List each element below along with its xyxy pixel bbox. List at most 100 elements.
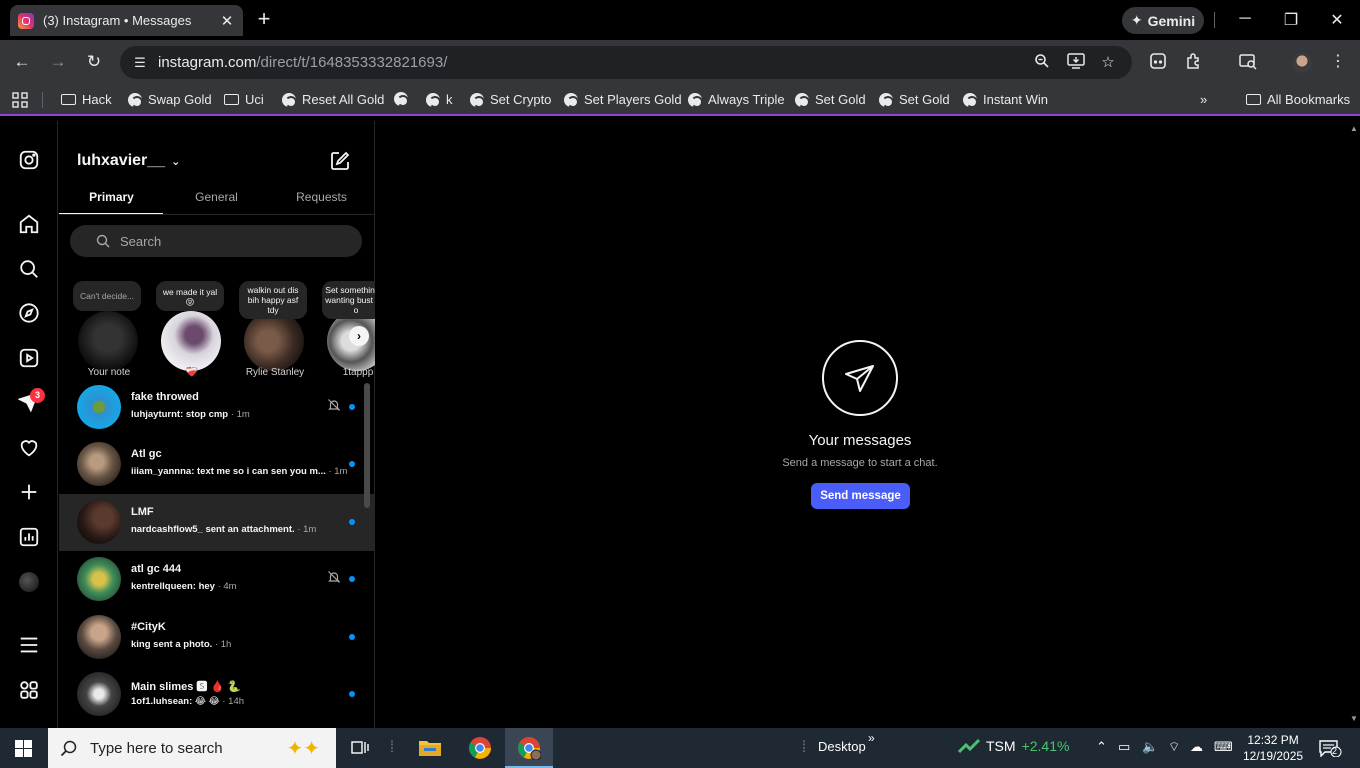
bookmark-label: Instant Win bbox=[983, 92, 1049, 107]
taskbar-search-input[interactable]: Type here to search ✦✦ bbox=[48, 728, 336, 768]
search-input[interactable]: Search bbox=[70, 225, 362, 257]
stock-widget[interactable]: TSM +2.41% bbox=[958, 738, 1069, 754]
bookmarks-overflow-button[interactable]: » bbox=[1200, 92, 1207, 107]
inbox-scrollbar[interactable] bbox=[364, 383, 370, 508]
home-icon[interactable] bbox=[17, 212, 41, 236]
close-tab-icon[interactable]: ✕ bbox=[219, 12, 235, 30]
profile-avatar[interactable] bbox=[1292, 53, 1312, 73]
back-button[interactable]: ← bbox=[12, 52, 32, 72]
send-message-button[interactable]: Send message bbox=[811, 483, 910, 509]
thread-row[interactable]: atl gc 444 kentrellqueen: hey · 4m bbox=[59, 551, 375, 608]
network-icon[interactable]: ⌔ bbox=[1168, 739, 1180, 755]
scroll-up-arrow-icon[interactable]: ▲ bbox=[1350, 124, 1358, 133]
bookmark-unnamed[interactable] bbox=[394, 92, 414, 107]
explore-icon[interactable] bbox=[17, 301, 41, 325]
preview-text: kentrellqueen: hey bbox=[131, 581, 215, 592]
unread-dot bbox=[349, 576, 355, 582]
bookmark-star-icon[interactable]: ☆ bbox=[1098, 53, 1118, 71]
heart-icon[interactable] bbox=[17, 436, 41, 460]
zoom-icon[interactable] bbox=[1032, 53, 1052, 73]
note-name: ❤️‍🩹 bbox=[185, 367, 199, 378]
bookmark-folder-hack[interactable]: Hack bbox=[61, 92, 112, 107]
thread-name: Atl gc bbox=[131, 448, 162, 460]
chrome-profile-icon[interactable] bbox=[515, 734, 543, 762]
minimize-button[interactable]: ─ bbox=[1235, 10, 1255, 28]
dashboard-icon[interactable] bbox=[17, 525, 41, 549]
globe-icon bbox=[879, 92, 894, 108]
gemini-button[interactable]: ✦ Gemini bbox=[1122, 7, 1204, 34]
power-icon[interactable]: ▭ bbox=[1118, 739, 1130, 755]
globe-icon bbox=[564, 92, 579, 108]
bookmark-set-players-gold[interactable]: Set Players Gold bbox=[564, 92, 682, 108]
bookmark-label: k bbox=[446, 92, 453, 107]
speaker-icon[interactable]: 🔈 bbox=[1142, 739, 1158, 755]
thread-preview: nardcashflow5_ sent an attachment. · 1m bbox=[131, 524, 316, 535]
task-view-icon[interactable] bbox=[346, 734, 374, 762]
site-info-icon[interactable]: ☰ bbox=[132, 55, 148, 71]
bookmark-reset-all-gold[interactable]: Reset All Gold bbox=[282, 92, 384, 108]
bookmark-folder-uci[interactable]: Uci bbox=[224, 92, 264, 107]
bookmark-set-gold[interactable]: Set Gold bbox=[795, 92, 866, 108]
notification-center-icon[interactable]: 2 bbox=[1318, 739, 1342, 758]
forward-button[interactable]: → bbox=[48, 52, 68, 72]
globe-icon bbox=[688, 92, 703, 108]
note-item[interactable]: we made it yal 😝 ❤️‍🩹 bbox=[152, 279, 232, 379]
thread-row[interactable]: Atl gc iiiam_yannna: text me so i can se… bbox=[59, 436, 375, 493]
unread-dot bbox=[349, 634, 355, 640]
tab-search-icon[interactable] bbox=[1238, 52, 1258, 72]
bookmark-set-gold-2[interactable]: Set Gold bbox=[879, 92, 950, 108]
file-explorer-icon[interactable] bbox=[416, 734, 444, 762]
scroll-down-arrow-icon[interactable]: ▼ bbox=[1350, 714, 1358, 723]
note-item[interactable]: walkin out dis bih happy asf tdy Rylie S… bbox=[235, 279, 315, 379]
apps-grid-icon[interactable] bbox=[12, 92, 28, 108]
note-item[interactable]: Can't decide... Your note bbox=[69, 279, 149, 379]
menu-icon[interactable] bbox=[17, 633, 41, 657]
bookmark-set-crypto[interactable]: Set Crypto bbox=[470, 92, 551, 108]
search-icon bbox=[60, 740, 77, 757]
reload-button[interactable]: ↻ bbox=[84, 52, 104, 72]
new-message-icon[interactable] bbox=[330, 151, 350, 171]
extensions-icon[interactable] bbox=[1184, 52, 1204, 72]
bookmark-k[interactable]: k bbox=[426, 92, 453, 108]
close-window-button[interactable]: ✕ bbox=[1327, 10, 1347, 30]
address-bar[interactable]: ☰ instagram.com/direct/t/164835333282169… bbox=[120, 46, 1132, 79]
search-icon[interactable] bbox=[17, 257, 41, 281]
create-icon[interactable] bbox=[17, 480, 41, 504]
thread-row[interactable]: #CityK king sent a photo. · 1h bbox=[59, 609, 375, 666]
tab-requests[interactable]: Requests bbox=[269, 190, 374, 204]
windows-taskbar: Type here to search ✦✦ ⁞ ⁞ Desktop » TSM… bbox=[0, 728, 1360, 768]
cloud-off-icon[interactable]: ☁ bbox=[1190, 739, 1203, 755]
desktop-toolbar-label[interactable]: Desktop bbox=[818, 739, 866, 754]
bookmark-swap-gold[interactable]: Swap Gold bbox=[128, 92, 212, 108]
reading-mode-icon[interactable] bbox=[1148, 52, 1168, 72]
chevron-double-right-icon[interactable]: » bbox=[868, 731, 875, 745]
page-scrollbar[interactable]: ▲ ▼ bbox=[1348, 121, 1360, 728]
chrome-icon[interactable] bbox=[466, 734, 494, 762]
new-tab-button[interactable]: + bbox=[254, 8, 274, 30]
browser-tab-instagram[interactable]: (3) Instagram • Messages ✕ bbox=[10, 5, 243, 36]
keyboard-icon[interactable]: ⌨ bbox=[1214, 739, 1233, 755]
instagram-logo-icon[interactable] bbox=[17, 148, 41, 172]
reels-icon[interactable] bbox=[17, 346, 41, 370]
url-text[interactable]: instagram.com/direct/t/1648353332821693/ bbox=[158, 54, 447, 71]
apps-icon[interactable] bbox=[17, 678, 41, 702]
thread-row[interactable]: fake throwed luhjayturnt: stop cmp · 1m bbox=[59, 379, 375, 436]
chrome-menu-icon[interactable]: ⋮ bbox=[1328, 52, 1348, 72]
all-bookmarks-button[interactable]: All Bookmarks bbox=[1246, 92, 1350, 107]
unread-dot bbox=[349, 404, 355, 410]
profile-avatar-icon[interactable] bbox=[19, 572, 39, 592]
url-host: instagram.com bbox=[158, 54, 257, 71]
chevron-right-icon[interactable]: › bbox=[349, 326, 369, 346]
restore-button[interactable]: ❐ bbox=[1281, 10, 1301, 30]
thread-row[interactable]: LMF nardcashflow5_ sent an attachment. ·… bbox=[59, 494, 375, 551]
bookmark-instant-win[interactable]: Instant Win bbox=[963, 92, 1049, 108]
chevron-up-icon[interactable]: ⌃ bbox=[1096, 739, 1107, 755]
system-clock[interactable]: 12:32 PM 12/19/2025 bbox=[1243, 732, 1303, 764]
tab-general[interactable]: General bbox=[164, 190, 269, 204]
bookmark-always-triple[interactable]: Always Triple bbox=[688, 92, 785, 108]
tab-primary[interactable]: Primary bbox=[59, 190, 164, 204]
account-switcher[interactable]: luhxavier__ ⌄ bbox=[77, 152, 180, 170]
install-app-icon[interactable] bbox=[1066, 53, 1086, 73]
windows-start-icon[interactable] bbox=[15, 740, 32, 757]
thread-row[interactable]: Main slimes 🆂 🩸 🐍 1of1.luhsean: 😂 😂 · 14… bbox=[59, 666, 375, 723]
